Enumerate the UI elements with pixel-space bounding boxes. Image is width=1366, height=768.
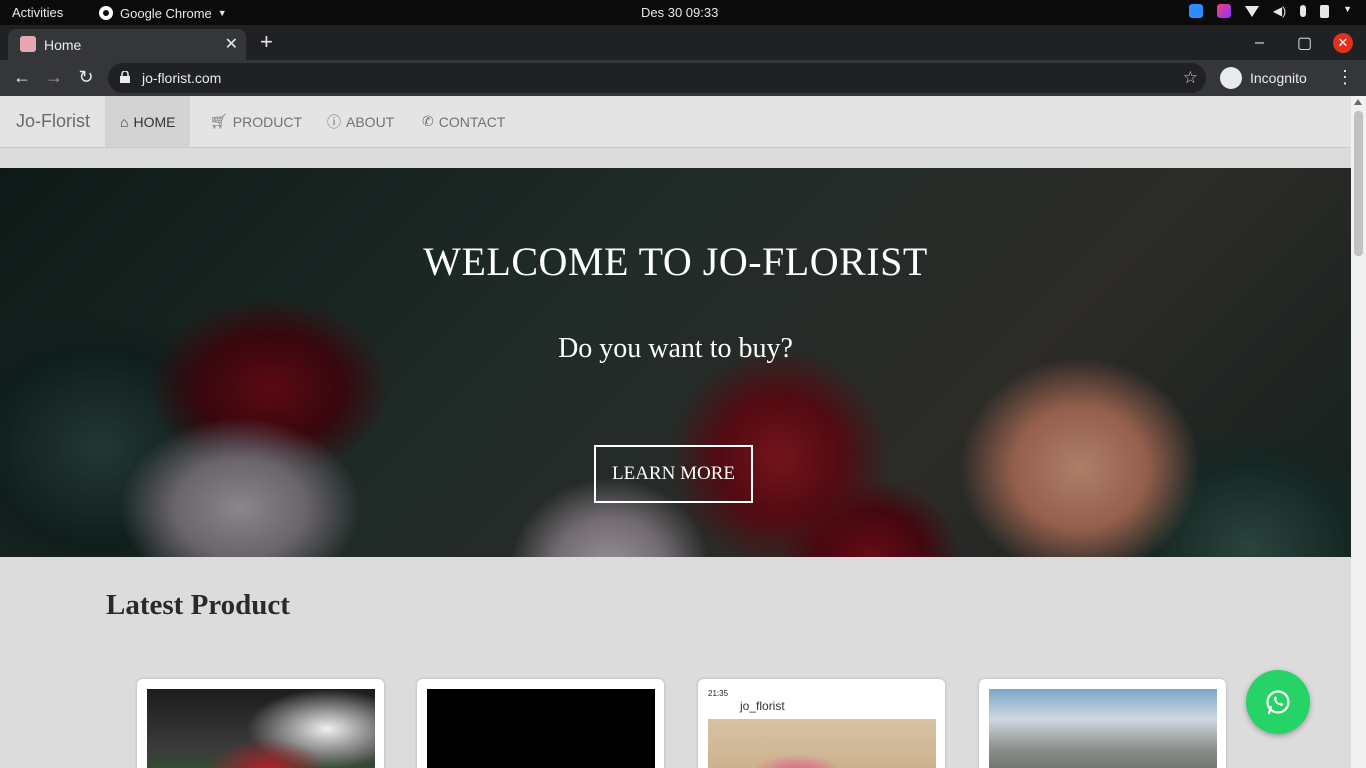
- whatsapp-icon: [1266, 690, 1290, 715]
- browser-toolbar: ← → ↻ jo-florist.com ☆ Incognito ⋮: [0, 60, 1366, 96]
- nav-contact[interactable]: ✆ CONTACT: [407, 96, 520, 147]
- whatsapp-chat-button[interactable]: [1246, 670, 1310, 734]
- screenshot-photo: [708, 719, 936, 768]
- address-bar[interactable]: jo-florist.com ☆: [108, 63, 1206, 93]
- app-menu[interactable]: Google Chrome ▼: [98, 5, 227, 21]
- clock[interactable]: Des 30 09:33: [641, 5, 718, 20]
- microphone-icon: [1300, 5, 1307, 17]
- hero-subtitle: Do you want to buy?: [558, 333, 793, 364]
- power-menu-icon[interactable]: ▼: [1343, 4, 1352, 18]
- close-icon: ✕: [1333, 32, 1353, 53]
- page-scrollbar[interactable]: [1351, 96, 1366, 768]
- info-icon: ⓘ: [327, 113, 341, 130]
- nav-product[interactable]: 🛒︎ PRODUCT: [195, 96, 317, 147]
- back-button[interactable]: ←: [10, 67, 34, 91]
- product-video[interactable]: [427, 689, 655, 768]
- site-navbar: Jo-Florist ⌂ HOME 🛒︎ PRODUCT ⓘ ABOUT ✆ C…: [0, 96, 1351, 148]
- learn-more-button[interactable]: LEARN MORE: [594, 445, 753, 503]
- product-card[interactable]: [417, 679, 664, 768]
- system-top-bar: Activities Google Chrome ▼ Des 30 09:33 …: [0, 0, 1366, 25]
- hero-title: WELCOME TO JO-FLORIST: [423, 239, 928, 284]
- site-favicon-icon: [20, 36, 36, 52]
- tab-home[interactable]: Home ✕: [8, 29, 246, 60]
- chevron-down-icon: ▼: [217, 8, 227, 18]
- screenshot-account-name: jo_florist: [740, 699, 785, 713]
- zoom-app-icon[interactable]: [1188, 4, 1203, 18]
- product-card[interactable]: 21:35 jo_florist: [698, 679, 945, 768]
- nav-about[interactable]: ⓘ ABOUT: [312, 96, 409, 147]
- reload-button[interactable]: ↻: [74, 67, 98, 91]
- volume-icon: ◀): [1272, 4, 1287, 18]
- bookmark-star-icon[interactable]: ☆: [1183, 68, 1198, 88]
- incognito-label: Incognito: [1250, 70, 1307, 86]
- nav-product-label: PRODUCT: [232, 113, 303, 130]
- product-image[interactable]: [147, 689, 375, 768]
- scroll-up-arrow-icon[interactable]: [1354, 99, 1362, 105]
- cart-icon: 🛒︎: [210, 113, 228, 129]
- tab-title: Home: [44, 37, 82, 53]
- nav-contact-label: CONTACT: [438, 113, 506, 130]
- browser-menu-icon[interactable]: ⋮: [1336, 67, 1354, 88]
- battery-icon: [1320, 4, 1330, 18]
- chrome-icon: [99, 6, 113, 20]
- nav-home-label: HOME: [133, 113, 176, 130]
- product-card[interactable]: [137, 679, 384, 768]
- nav-home[interactable]: ⌂ HOME: [105, 96, 191, 147]
- close-tab-icon[interactable]: ✕: [225, 34, 238, 54]
- latest-product-heading: Latest Product: [106, 589, 290, 621]
- url-text[interactable]: jo-florist.com: [142, 70, 221, 86]
- scrollbar-thumb[interactable]: [1354, 111, 1363, 256]
- site-brand[interactable]: Jo-Florist: [16, 111, 90, 132]
- phone-icon: ✆: [422, 113, 434, 129]
- home-icon: ⌂: [120, 113, 129, 130]
- window-close-button[interactable]: ✕: [1333, 25, 1353, 60]
- wifi-icon: [1244, 5, 1259, 17]
- forward-button[interactable]: →: [42, 67, 66, 91]
- system-tray[interactable]: ◀) ▼: [1188, 4, 1352, 18]
- product-image[interactable]: [989, 689, 1217, 768]
- hero-banner: WELCOME TO JO-FLORIST Do you want to buy…: [0, 168, 1351, 557]
- incognito-badge[interactable]: Incognito: [1218, 63, 1315, 93]
- tab-strip: Home ✕ + – ▢ ✕: [0, 25, 1366, 60]
- lock-icon: [120, 71, 130, 83]
- web-page: Jo-Florist ⌂ HOME 🛒︎ PRODUCT ⓘ ABOUT ✆ C…: [0, 96, 1351, 768]
- nav-about-label: ABOUT: [346, 113, 395, 130]
- product-image[interactable]: 21:35 jo_florist: [708, 689, 936, 768]
- maximize-button[interactable]: ▢: [1297, 25, 1312, 60]
- activities-button[interactable]: Activities: [12, 5, 63, 20]
- incognito-icon: [1220, 67, 1242, 89]
- app-name: Google Chrome: [120, 5, 212, 21]
- product-card[interactable]: [979, 679, 1226, 768]
- new-tab-button[interactable]: +: [260, 29, 273, 55]
- minimize-button[interactable]: –: [1255, 25, 1264, 60]
- app-indicator-icon[interactable]: [1216, 4, 1231, 18]
